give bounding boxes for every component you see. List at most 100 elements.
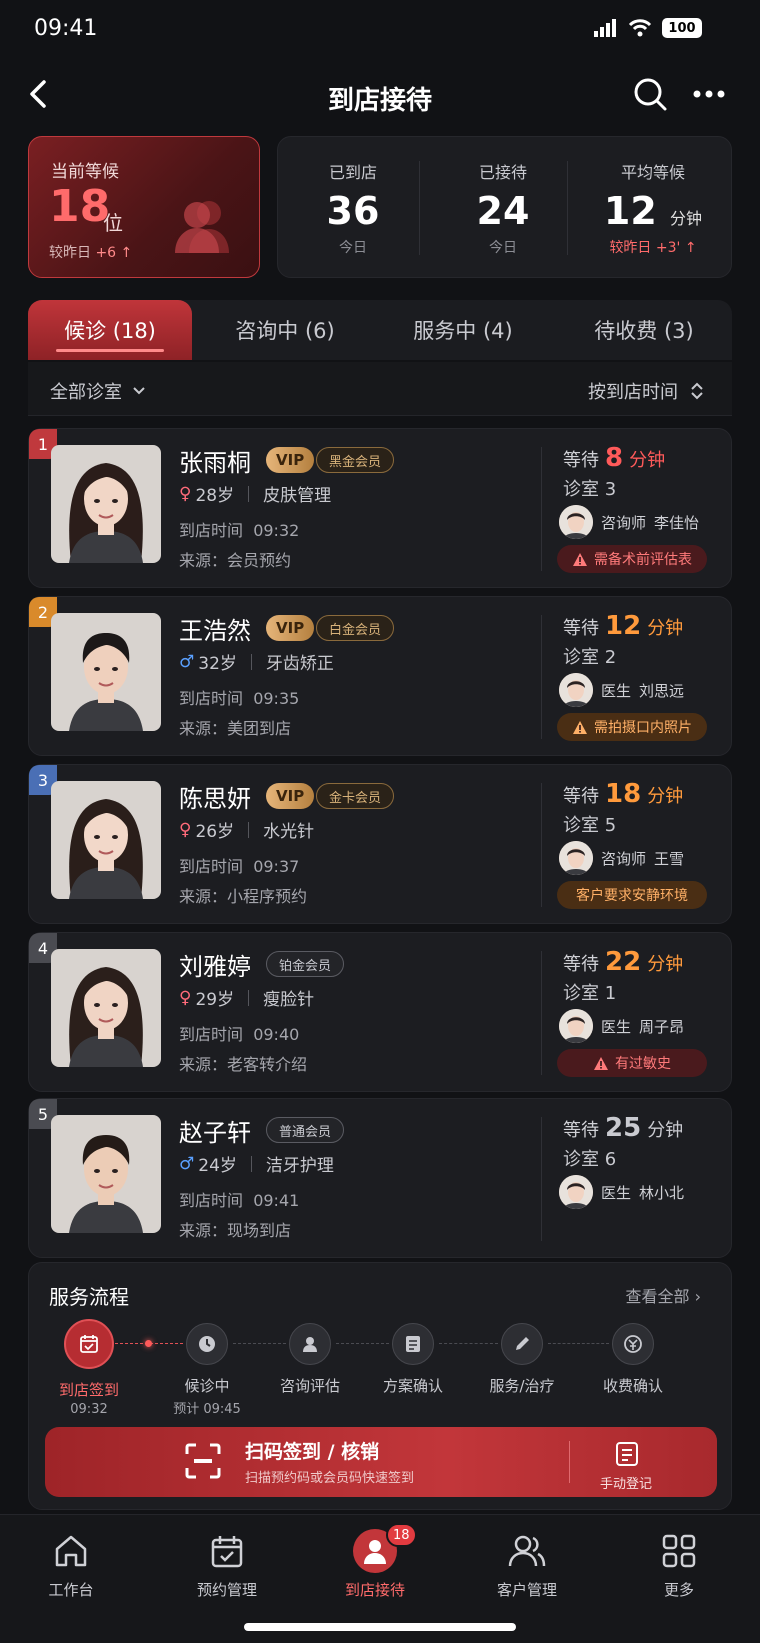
room-label: 诊室 3 [563, 479, 617, 500]
step-label: 到店签到 [58, 1381, 119, 1399]
patient-age: 24岁 [198, 1156, 237, 1176]
status-time: 09:41 [34, 16, 98, 41]
wait-time: 等待 12 分钟 [563, 611, 683, 641]
tab-in-service[interactable]: 服务中 (4) [378, 300, 548, 360]
divider [541, 783, 542, 907]
patient-card[interactable]: 4 刘雅婷 铂金会员 ♀ 29岁 瘦脸针 到店时间 09:40 来源：老客转介绍 等待 22 分钟诊… [28, 932, 732, 1092]
wait-label: 等待 [563, 618, 599, 639]
flow-step[interactable]: 收费确认 [578, 1323, 688, 1396]
flow-step[interactable]: 到店签到 09:32 [34, 1319, 144, 1417]
patient-avatar [51, 1115, 161, 1233]
stat-sub: 今日 [339, 240, 367, 256]
source-label: 来源： [179, 551, 228, 570]
nav-label: 更多 [663, 1581, 694, 1599]
page-title: 到店接待 [327, 86, 432, 116]
tab-waiting[interactable]: 候诊 (18) [28, 300, 192, 360]
stat-avg-wait: 平均等候 12 分钟 较昨日 +3' ↑ [578, 137, 728, 279]
nav-customers[interactable]: 客户管理 [472, 1529, 582, 1600]
divider [541, 447, 542, 571]
nav-label: 工作台 [48, 1581, 94, 1599]
patient-card[interactable]: 2 王浩然 VIP 白金会员 ♂ 32岁 牙齿矫正 到店时间 09:35 来源：美团到店 等待 12… [28, 596, 732, 756]
step-circle [64, 1319, 114, 1369]
patient-card[interactable]: 3 陈思妍 VIP 金卡会员 ♀ 26岁 水光针 到店时间 09:37 来源：小程序预约 等待 18… [28, 764, 732, 924]
patient-avatar-image [51, 613, 161, 731]
staff-name: 刘思远 [639, 681, 685, 700]
staff-avatar-image [559, 1175, 593, 1209]
wait-minutes: 12 [605, 611, 642, 641]
room-label: 诊室 1 [563, 983, 617, 1004]
scan-checkin-button[interactable]: 扫码签到 / 核销 扫描预约码或会员码快速签到 手动登记 [45, 1427, 717, 1497]
signal-icon [594, 19, 616, 37]
member-level-badge: 白金会员 [316, 615, 395, 641]
stat-sub: 今日 [489, 240, 517, 256]
staff-avatar [559, 1009, 593, 1043]
patient-info: ♀ 29岁 瘦脸针 [179, 985, 314, 1011]
wait-label: 等待 [563, 786, 599, 807]
waiting-compare: 较昨日 +6 ↑ [49, 242, 132, 262]
room-filter[interactable]: 全部诊室 [50, 378, 146, 404]
assigned-staff: 咨询师 李佳怡 [559, 505, 699, 539]
alert-tag: 客户要求安静环境 [557, 881, 707, 909]
arrival-time: 到店时间 09:35 [179, 685, 299, 709]
divider [248, 821, 250, 838]
room-label: 诊室 2 [563, 647, 617, 668]
filter-bar: 全部诊室 按到店时间 [28, 362, 732, 416]
source-label: 来源： [179, 719, 228, 738]
alert-tag: 有过敏史 [557, 1049, 707, 1077]
flow-step[interactable]: 方案确认 [358, 1323, 468, 1396]
tab-pending-payment[interactable]: 待收费 (3) [556, 300, 732, 360]
scan-subtitle: 扫描预约码或会员码快速签到 [245, 1471, 415, 1486]
patient-card[interactable]: 1 张雨桐 VIP 黑金会员 ♀ 28岁 皮肤管理 到店时间 09:32 来源：会员预约 等待 8 分… [28, 428, 732, 588]
staff-name: 王雪 [654, 849, 685, 868]
today-stats-card: 已到店 36 今日 已接待 24 今日 平均等候 12 分钟 较昨日 +3' ↑ [277, 136, 732, 278]
patient-source: 来源：会员预约 [179, 547, 291, 571]
clock-icon [199, 1336, 215, 1352]
grid-icon [662, 1534, 696, 1568]
current-waiting-card[interactable]: 当前等候 18 位 较昨日 +6 ↑ [28, 136, 260, 278]
step-circle [392, 1323, 434, 1365]
patient-service: 牙齿矫正 [265, 654, 334, 674]
flow-step[interactable]: 候诊中 预计 09:45 [152, 1323, 262, 1417]
patient-service: 洁牙护理 [265, 1156, 334, 1176]
waiting-label: 当前等候 [51, 162, 119, 182]
stat-received: 已接待 24 今日 [428, 137, 578, 279]
member-level-badge: 普通会员 [266, 1117, 345, 1143]
staff-avatar-image [559, 1009, 593, 1043]
room-label: 诊室 5 [563, 815, 617, 836]
wait-unit: 分钟 [647, 786, 684, 807]
patient-source: 来源：美团到店 [179, 715, 291, 739]
nav-appointments[interactable]: 预约管理 [172, 1529, 282, 1600]
patient-age: 26岁 [195, 822, 235, 842]
nav-reception[interactable]: 18 到店接待 [320, 1523, 430, 1600]
user-icon [303, 1337, 317, 1352]
flow-step[interactable]: 咨询评估 [255, 1323, 365, 1396]
status-tabs: 候诊 (18) 咨询中 (6) 服务中 (4) 待收费 (3) [28, 300, 732, 360]
nav-more[interactable]: 更多 [624, 1529, 734, 1600]
flow-step[interactable]: 服务/治疗 [467, 1323, 577, 1396]
manual-register-button[interactable]: 手动登记 [585, 1473, 667, 1492]
nav-workbench[interactable]: 工作台 [16, 1529, 126, 1600]
alert-tag: 需拍摄口内照片 [557, 713, 707, 741]
staff-role: 医生 [601, 1183, 632, 1202]
wait-time: 等待 22 分钟 [563, 947, 683, 977]
view-all-link[interactable]: 查看全部 › [626, 1283, 702, 1307]
patient-name: 王浩然 [179, 617, 251, 645]
wait-time: 等待 25 分钟 [563, 1113, 683, 1143]
tab-consulting[interactable]: 咨询中 (6) [200, 300, 370, 360]
patient-source: 来源：小程序预约 [179, 883, 307, 907]
sort-control[interactable]: 按到店时间 [588, 378, 704, 404]
patient-card[interactable]: 5 赵子轩 普通会员 ♂ 24岁 洁牙护理 到店时间 09:41 来源：现场到店 等待 25 分钟诊… [28, 1098, 732, 1258]
arrival-time: 到店时间 09:37 [179, 853, 299, 877]
step-label: 方案确认 [382, 1377, 443, 1395]
source-value: 老客转介绍 [227, 1055, 308, 1074]
gender-icon: ♂ [179, 1153, 195, 1174]
staff-avatar-image [559, 673, 593, 707]
patient-avatar-image [51, 781, 161, 899]
member-level-badge: 金卡会员 [316, 783, 395, 809]
staff-name: 李佳怡 [654, 513, 700, 532]
staff-avatar-image [559, 505, 593, 539]
divider [250, 1155, 252, 1172]
staff-avatar [559, 673, 593, 707]
stat-number: 36 [326, 189, 380, 233]
gender-icon: ♀ [179, 819, 192, 840]
